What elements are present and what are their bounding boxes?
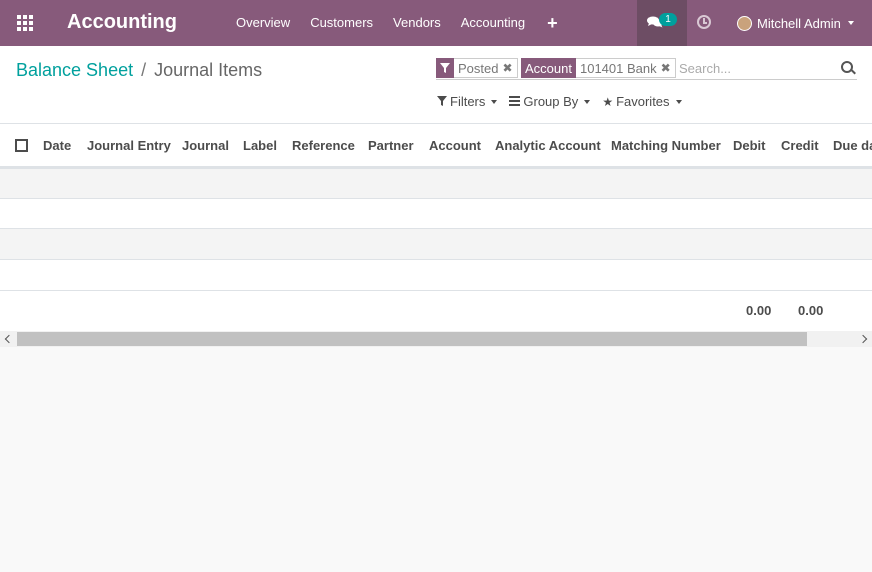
- menu-item-overview[interactable]: Overview: [226, 0, 300, 46]
- table-row: [0, 228, 872, 259]
- column-journal[interactable]: Journal: [182, 138, 229, 153]
- facet-posted: Posted ✖: [436, 58, 518, 78]
- favorites-button[interactable]: ★ Favorites: [602, 94, 682, 109]
- search-icon[interactable]: [841, 61, 853, 73]
- app-brand[interactable]: Accounting: [67, 11, 177, 34]
- column-date[interactable]: Date: [43, 138, 71, 153]
- list-icon: [509, 95, 521, 109]
- column-partner[interactable]: Partner: [368, 138, 414, 153]
- total-debit: 0.00: [746, 303, 772, 318]
- chevron-down-icon: [584, 99, 591, 104]
- column-debit[interactable]: Debit: [733, 138, 766, 153]
- star-icon: ★: [602, 94, 614, 109]
- journal-items-table: Date Journal Entry Journal Label Referen…: [0, 124, 872, 332]
- activity-clock-icon[interactable]: [697, 15, 711, 29]
- filters-button[interactable]: Filters: [437, 94, 498, 109]
- filters-label: Filters: [450, 94, 486, 109]
- table-row: [0, 198, 872, 228]
- breadcrumb: Balance Sheet / Journal Items: [16, 60, 262, 81]
- group-by-label: Group By: [523, 94, 579, 109]
- column-journal-entry[interactable]: Journal Entry: [87, 138, 171, 153]
- control-panel: Balance Sheet / Journal Items Posted ✖ A…: [0, 46, 872, 124]
- filter-icon: [436, 58, 454, 78]
- scroll-right-arrow-icon[interactable]: [856, 331, 872, 347]
- column-due-date[interactable]: Due da: [833, 138, 872, 153]
- select-all-checkbox[interactable]: [15, 139, 28, 152]
- scroll-left-arrow-icon[interactable]: [0, 331, 16, 347]
- table-header: Date Journal Entry Journal Label Referen…: [0, 124, 872, 168]
- apps-menu-icon[interactable]: [17, 15, 33, 31]
- plus-icon[interactable]: +: [535, 0, 570, 46]
- total-credit: 0.00: [798, 303, 824, 318]
- main-menu: Overview Customers Vendors Accounting +: [226, 0, 570, 46]
- menu-item-vendors[interactable]: Vendors: [383, 0, 451, 46]
- chevron-down-icon: [675, 99, 682, 104]
- favorites-label: Favorites: [616, 94, 670, 109]
- top-navbar: Accounting Overview Customers Vendors Ac…: [0, 0, 872, 46]
- column-reference[interactable]: Reference: [292, 138, 355, 153]
- column-matching-number[interactable]: Matching Number: [611, 138, 721, 153]
- message-count-badge: 1: [659, 13, 677, 26]
- table-footer: 0.00 0.00: [0, 290, 872, 332]
- menu-item-customers[interactable]: Customers: [300, 0, 383, 46]
- column-credit[interactable]: Credit: [781, 138, 819, 153]
- column-account[interactable]: Account: [429, 138, 481, 153]
- search-bar: Posted ✖ Account 101401 Bank ✖: [436, 57, 857, 80]
- table-row: [0, 168, 872, 198]
- search-options: Filters Group By ★ Favorites: [437, 94, 694, 109]
- facet-value: Posted: [458, 60, 499, 76]
- user-menu[interactable]: Mitchell Admin: [737, 0, 854, 46]
- column-analytic-account[interactable]: Analytic Account: [495, 138, 601, 153]
- scrollbar-thumb[interactable]: [17, 332, 807, 346]
- table-row: [0, 259, 872, 290]
- filter-icon: [437, 95, 447, 109]
- group-by-button[interactable]: Group By: [509, 94, 591, 109]
- breadcrumb-current: Journal Items: [154, 60, 263, 80]
- chevron-down-icon: [847, 21, 854, 25]
- close-icon[interactable]: ✖: [502, 61, 512, 75]
- column-label[interactable]: Label: [243, 138, 277, 153]
- facet-tag: Account: [521, 58, 576, 78]
- menu-item-accounting[interactable]: Accounting: [451, 0, 535, 46]
- search-input[interactable]: [679, 59, 829, 77]
- user-name: Mitchell Admin: [757, 15, 841, 31]
- facet-value: 101401 Bank: [579, 60, 657, 76]
- avatar: [737, 15, 752, 31]
- close-icon[interactable]: ✖: [661, 61, 671, 75]
- facet-account: Account 101401 Bank ✖: [521, 58, 676, 78]
- chevron-down-icon: [491, 99, 498, 104]
- breadcrumb-balance-sheet[interactable]: Balance Sheet: [16, 60, 133, 81]
- horizontal-scrollbar[interactable]: [0, 331, 872, 347]
- breadcrumb-separator: /: [141, 60, 147, 80]
